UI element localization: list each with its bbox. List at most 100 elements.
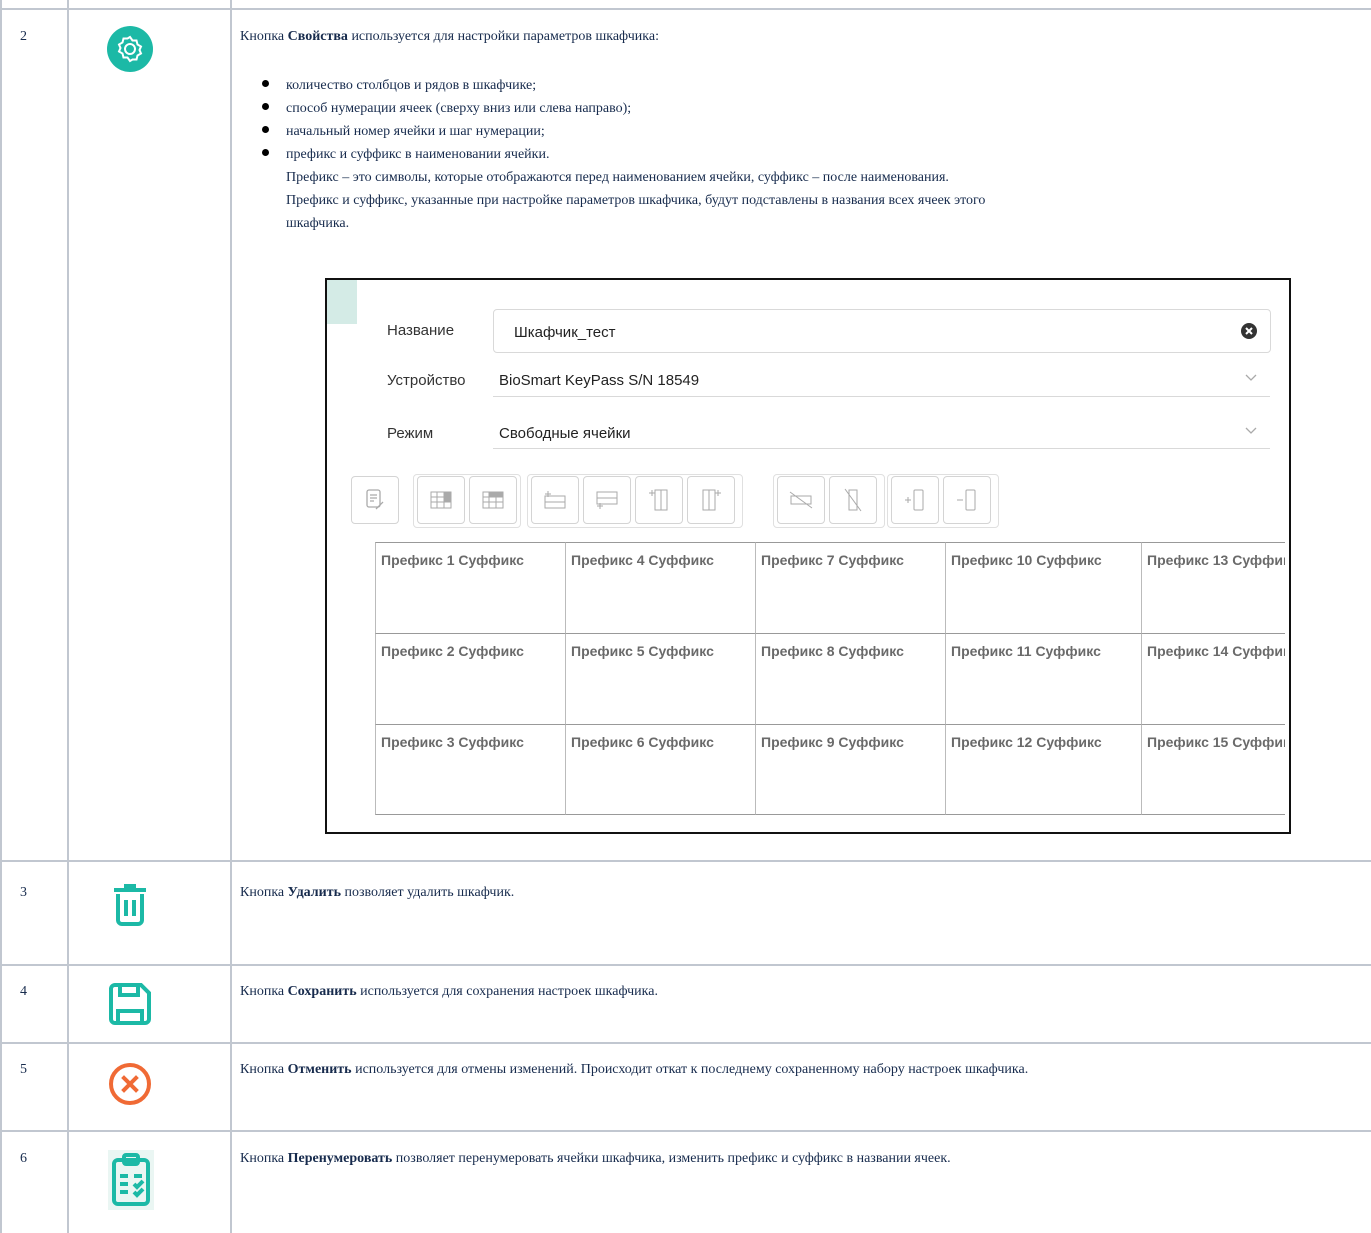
row-description: Кнопка Свойства используется для настрой…	[240, 29, 659, 45]
name-label: Название	[387, 322, 455, 339]
edit-icon	[366, 489, 384, 510]
settings-list: количество столбцов и рядов в шкафчике; …	[240, 74, 631, 166]
locker-cell[interactable]: Префикс 1 Суффикс	[375, 542, 565, 633]
desc-intro: Кнопка	[240, 29, 285, 44]
desc-text: используется для настройки параметров шк…	[351, 29, 659, 44]
desc-intro: Кнопка	[240, 1151, 285, 1166]
add-row-bottom-icon	[596, 491, 618, 509]
locker-cell[interactable]: Префикс 2 Суффикс	[375, 633, 565, 724]
desc-intro: Кнопка	[240, 984, 285, 999]
row-description: Кнопка Сохранить используется для сохран…	[240, 984, 658, 1000]
button-name: Отменить	[287, 1062, 352, 1077]
prefix-explanation: Префикс – это символы, которые отображаю…	[286, 170, 949, 185]
locker-cell[interactable]: Префикс 9 Суффикс	[755, 724, 945, 815]
add-row-top-icon	[544, 491, 566, 509]
table-border	[0, 0, 2, 1233]
list-item: количество столбцов и рядов в шкафчике;	[240, 74, 631, 97]
name-value: Шкафчик_тест	[514, 324, 616, 341]
row-number: 5	[20, 1062, 27, 1077]
grid-right-button[interactable]	[469, 476, 517, 524]
cell-label: Префикс 5 Суффикс	[571, 643, 714, 659]
button-name: Свойства	[287, 29, 348, 44]
table-border	[230, 0, 232, 1233]
add-row-top-button[interactable]	[531, 476, 579, 524]
edit-button[interactable]	[351, 476, 399, 524]
list-item: начальный номер ячейки и шаг нумерации;	[240, 120, 631, 143]
chevron-down-icon[interactable]	[1245, 374, 1257, 382]
row-description: Кнопка Перенумеровать позволяет перенуме…	[240, 1151, 951, 1167]
desc-text: используется для сохранения настроек шка…	[360, 984, 658, 999]
table-border	[0, 860, 1371, 862]
locker-cell[interactable]: Префикс 5 Суффикс	[565, 633, 755, 724]
mode-value: Свободные ячейки	[499, 425, 631, 442]
device-label: Устройство	[387, 372, 466, 389]
row-number: 3	[20, 885, 27, 900]
cell-label: Префикс 3 Суффикс	[381, 734, 524, 750]
grid-left-button[interactable]	[417, 476, 465, 524]
button-name: Удалить	[287, 885, 341, 900]
add-cell-button[interactable]	[891, 476, 939, 524]
cells-grid: Префикс 1 Суффикс Префикс 4 Суффикс Преф…	[375, 542, 1285, 818]
remove-cell-button[interactable]	[943, 476, 991, 524]
locker-cell[interactable]: Префикс 8 Суффикс	[755, 633, 945, 724]
accent-bar	[327, 280, 357, 324]
locker-cell[interactable]: Префикс 7 Суффикс	[755, 542, 945, 633]
locker-cell[interactable]: Префикс 11 Суффикс	[945, 633, 1141, 724]
cell-label: Префикс 9 Суффикс	[761, 734, 904, 750]
table-border	[67, 0, 69, 1233]
cell-label: Префикс 8 Суффикс	[761, 643, 904, 659]
list-item: способ нумерации ячеек (сверху вниз или …	[240, 97, 631, 120]
cell-label: Префикс 12 Суффикс	[951, 734, 1102, 750]
delete-row-button[interactable]	[777, 476, 825, 524]
row-description: Кнопка Удалить позволяет удалить шкафчик…	[240, 885, 514, 901]
locker-cell[interactable]: Префикс 15 Суффикс	[1141, 724, 1285, 815]
prefix-explanation: Префикс и суффикс, указанные при настрой…	[286, 193, 986, 208]
button-name: Сохранить	[287, 984, 357, 999]
locker-settings-screenshot: Название Шкафчик_тест Устройство BioSmar…	[325, 278, 1291, 834]
table-border	[0, 1042, 1371, 1044]
save-icon	[106, 980, 154, 1028]
desc-text: используется для отмены изменений. Проис…	[355, 1062, 1029, 1077]
clear-icon[interactable]	[1241, 323, 1257, 339]
add-col-right-icon	[702, 489, 721, 511]
locker-cell[interactable]: Префикс 10 Суффикс	[945, 542, 1141, 633]
table-border	[0, 964, 1371, 966]
delete-row-icon	[789, 491, 813, 509]
add-col-right-button[interactable]	[687, 476, 735, 524]
locker-cell[interactable]: Префикс 6 Суффикс	[565, 724, 755, 815]
button-name: Перенумеровать	[287, 1151, 393, 1166]
locker-cell[interactable]: Префикс 12 Суффикс	[945, 724, 1141, 815]
locker-cell[interactable]: Префикс 14 Суффикс	[1141, 633, 1285, 724]
chevron-down-icon[interactable]	[1245, 427, 1257, 435]
cell-label: Префикс 6 Суффикс	[571, 734, 714, 750]
grid-right-icon	[482, 491, 504, 509]
table-border	[0, 8, 1371, 10]
renumber-icon	[106, 1148, 156, 1212]
delete-col-icon	[844, 488, 862, 512]
cell-label: Префикс 10 Суффикс	[951, 552, 1102, 568]
gear-icon	[106, 25, 154, 73]
mode-label: Режим	[387, 425, 434, 442]
cell-label: Префикс 1 Суффикс	[381, 552, 524, 568]
cell-label: Префикс 4 Суффикс	[571, 552, 714, 568]
add-row-bottom-button[interactable]	[583, 476, 631, 524]
cell-label: Префикс 14 Суффикс	[1147, 643, 1285, 659]
locker-cell[interactable]: Префикс 3 Суффикс	[375, 724, 565, 815]
table-border	[0, 1130, 1371, 1132]
cell-label: Префикс 15 Суффикс	[1147, 734, 1285, 750]
locker-cell[interactable]: Префикс 4 Суффикс	[565, 542, 755, 633]
add-col-left-button[interactable]	[635, 476, 683, 524]
prefix-explanation: шкафчика.	[286, 216, 350, 231]
delete-col-button[interactable]	[829, 476, 877, 524]
desc-intro: Кнопка	[240, 885, 285, 900]
desc-intro: Кнопка	[240, 1062, 285, 1077]
desc-text: позволяет перенумеровать ячейки шкафчика…	[395, 1151, 951, 1166]
cell-label: Префикс 7 Суффикс	[761, 552, 904, 568]
remove-cell-icon	[957, 489, 976, 511]
row-number: 2	[20, 29, 27, 44]
locker-cell[interactable]: Префикс 13 Суффикс	[1141, 542, 1285, 633]
add-cell-icon	[905, 489, 924, 511]
row-number: 6	[20, 1151, 27, 1166]
row-number: 4	[20, 984, 27, 999]
cell-label: Префикс 2 Суффикс	[381, 643, 524, 659]
